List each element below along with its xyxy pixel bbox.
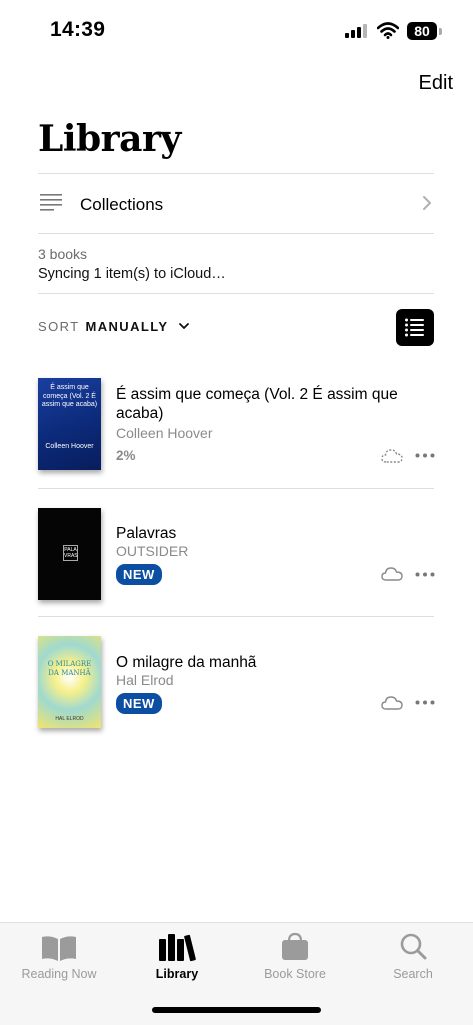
list-view-toggle-button[interactable]: [396, 309, 434, 346]
tab-library[interactable]: Library: [118, 923, 236, 993]
status-bar: 14:39 80: [0, 0, 473, 60]
cover-title: O MILAGRE DA MANHÃ: [47, 660, 92, 677]
syncing-cloud-icon[interactable]: [381, 448, 403, 463]
divider: [38, 173, 434, 174]
cover-title: PALA VRAS: [63, 545, 78, 561]
book-title: Palavras: [116, 525, 177, 542]
book-open-icon: [42, 936, 76, 961]
book-cover[interactable]: É assim que começa (Vol. 2 É assim que a…: [38, 378, 101, 470]
sync-status: Syncing 1 item(s) to iCloud…: [38, 266, 226, 282]
tab-label: Search: [393, 967, 433, 981]
books-stack-icon: [159, 934, 196, 962]
home-indicator[interactable]: [152, 1007, 321, 1013]
tab-search[interactable]: Search: [354, 923, 472, 993]
status-time: 14:39: [50, 18, 106, 41]
book-cover[interactable]: PALA VRAS: [38, 508, 101, 600]
book-cover[interactable]: O MILAGRE DA MANHÃ HAL ELROD: [38, 636, 101, 728]
cover-author: Colleen Hoover: [45, 443, 94, 450]
cover-author: HAL ELROD: [55, 716, 84, 722]
battery-indicator: 80: [407, 22, 437, 40]
book-row[interactable]: O MILAGRE DA MANHÃ HAL ELROD O milagre d…: [38, 636, 435, 728]
divider: [38, 293, 434, 294]
reading-progress: 2%: [116, 448, 136, 463]
tab-book-store[interactable]: Book Store: [236, 923, 354, 993]
tab-label: Reading Now: [21, 967, 97, 981]
book-title: É assim que começa (Vol. 2 É assim que a…: [116, 386, 398, 422]
tab-label: Book Store: [264, 967, 326, 981]
cover-title: É assim que começa (Vol. 2 É assim que a…: [41, 384, 98, 408]
collections-row[interactable]: Collections: [38, 175, 434, 233]
search-icon: [400, 933, 427, 960]
wifi-icon: [377, 22, 399, 39]
divider: [38, 616, 434, 617]
bag-icon: [282, 932, 308, 960]
tab-label: Library: [155, 967, 199, 981]
sort-label: SORT: [38, 319, 80, 334]
divider: [38, 488, 434, 489]
battery-tip: [439, 28, 442, 35]
book-author: OUTSIDER: [116, 543, 189, 559]
book-author: Colleen Hoover: [116, 425, 213, 441]
book-title: O milagre da manhã: [116, 654, 257, 671]
sort-value: MANUALLY: [85, 319, 169, 334]
books-count: 3 books: [38, 246, 88, 262]
chevron-right-icon: [423, 196, 431, 210]
collections-label: Collections: [80, 195, 164, 214]
book-row[interactable]: PALA VRAS Palavras OUTSIDER NEW: [38, 508, 435, 600]
list-view-icon: [405, 318, 424, 337]
download-cloud-icon[interactable]: [381, 566, 403, 581]
more-options-icon[interactable]: [415, 453, 435, 458]
sort-menu[interactable]: SORT MANUALLY: [38, 318, 189, 338]
chevron-down-icon: [178, 323, 189, 330]
more-options-icon[interactable]: [415, 572, 435, 577]
book-author: Hal Elrod: [116, 672, 174, 688]
download-cloud-icon[interactable]: [381, 695, 403, 710]
more-options-icon[interactable]: [415, 700, 435, 705]
collections-list-icon: [40, 194, 62, 211]
new-badge: NEW: [116, 693, 162, 714]
edit-button[interactable]: Edit: [419, 72, 453, 95]
divider: [38, 233, 434, 234]
book-row[interactable]: É assim que começa (Vol. 2 É assim que a…: [38, 378, 435, 478]
tab-reading-now[interactable]: Reading Now: [0, 923, 118, 993]
page-title: Library: [38, 118, 181, 160]
new-badge: NEW: [116, 564, 162, 585]
cellular-signal-icon: [345, 24, 367, 38]
